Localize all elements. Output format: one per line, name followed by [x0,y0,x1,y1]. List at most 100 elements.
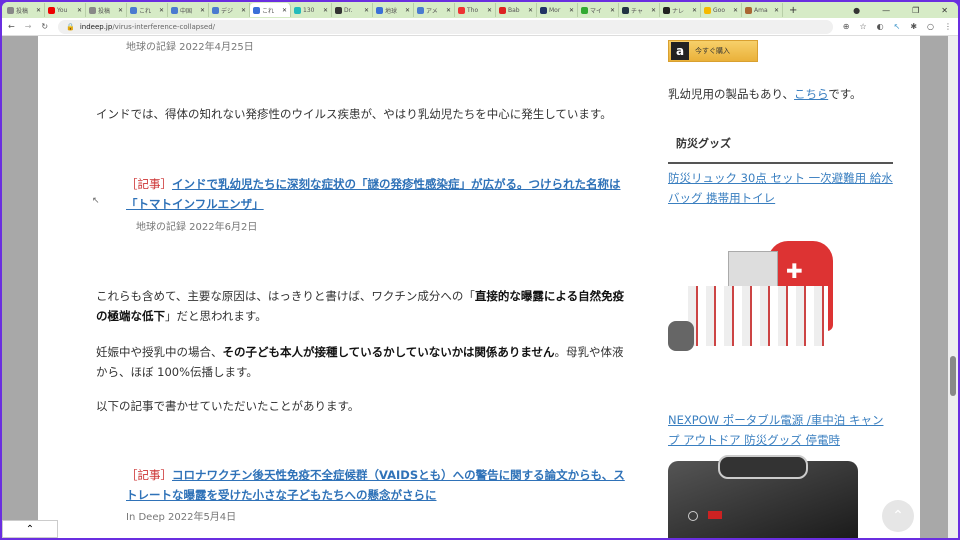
article-tag: ［記事］ [126,177,172,191]
article-tag: ［記事］ [126,468,172,482]
tab[interactable]: ナレ ✕ [660,3,701,17]
tab-favicon-icon [171,6,178,14]
tab[interactable]: Tho ✕ [455,3,496,17]
article-link[interactable]: コロナワクチン後天性免疫不全症候群（VAIDSとも）への警告に関する論文からも、… [126,468,625,502]
tab-favicon-icon [499,6,506,14]
minimize-button[interactable]: — [882,6,890,15]
tab-favicon-icon [458,6,465,14]
tab-close-icon[interactable]: ✕ [528,7,533,14]
tab-label: Bab [508,6,520,14]
tab[interactable]: You ✕ [45,3,86,17]
close-window-button[interactable]: ✕ [941,6,948,15]
extension-icon[interactable]: ◐ [877,22,884,31]
forward-icon[interactable]: → [25,22,32,31]
avatar[interactable]: ○ [927,22,934,31]
tab-label: デジ [221,7,234,15]
tab[interactable]: 地球 ✕ [373,3,414,17]
tab-label: 中国 [180,7,193,15]
tab[interactable]: Mor ✕ [537,3,578,17]
tab-favicon-icon [48,6,55,14]
portable-power-image[interactable] [668,455,858,538]
tab-close-icon[interactable]: ✕ [241,7,246,14]
extensions-puzzle-icon[interactable]: ✱ [910,22,917,31]
back-icon[interactable]: ← [8,22,15,31]
paragraph: 以下の記事で書かせていただいたことがあります。 [96,399,360,413]
menu-icon[interactable]: ⋮ [944,22,952,31]
text: これらも含めて、主要な原因は、はっきりと書けば、ワクチン成分への「 [96,289,475,303]
tab-close-icon[interactable]: ✕ [774,7,779,14]
tab-favicon-icon [663,6,670,14]
new-tab-button[interactable]: + [789,5,797,16]
restore-button[interactable]: ❐ [912,6,919,15]
tab[interactable]: これ ✕ [250,3,291,17]
tab-close-icon[interactable]: ✕ [159,7,164,14]
scrollbar-thumb[interactable] [950,356,956,396]
bookmark-star-icon[interactable]: ☆ [859,22,866,31]
tab-favicon-icon [7,6,14,14]
tab[interactable]: Ama ✕ [742,3,783,17]
tab[interactable]: Dr. ✕ [332,3,373,17]
tab-favicon-icon [212,6,219,14]
tab-close-icon[interactable]: ✕ [446,7,451,14]
tab-close-icon[interactable]: ✕ [118,7,123,14]
tab-close-icon[interactable]: ✕ [282,7,287,14]
page-content: 地球の記録 2022年4月25日 インドでは、得体の知れない発疹性のウイルス疾患… [38,36,920,538]
tab[interactable]: Bab ✕ [496,3,537,17]
tab-label: Mor [549,6,561,14]
chevron-up-icon: ⌃ [25,523,35,535]
tab[interactable]: 130 ✕ [291,3,332,17]
tab[interactable]: 投稿 ✕ [4,3,45,17]
back-to-top-button[interactable]: ⌃ [882,500,914,532]
tab-label: 投稿 [98,7,111,15]
tab-favicon-icon [376,6,383,14]
tab[interactable]: 中国 ✕ [168,3,209,17]
tab[interactable]: これ ✕ [127,3,168,17]
here-link[interactable]: こちら [794,87,828,101]
source-date: 地球の記録 2022年6月2日 [136,222,258,233]
tab-close-icon[interactable]: ✕ [610,7,615,14]
amazon-button-label: 今すぐ購入 [695,47,730,55]
tab[interactable]: Goo ✕ [701,3,742,17]
scrollbar[interactable] [948,36,958,538]
tab-label: チャ [631,7,643,15]
tab-close-icon[interactable]: ✕ [569,7,574,14]
tab[interactable]: アメ ✕ [414,3,455,17]
address-bar[interactable]: 🔒 indeep.jp/virus-interference-collapsed… [58,19,833,34]
emergency-kit-image[interactable]: ✚ [668,231,848,361]
tab[interactable]: マイ ✕ [578,3,619,17]
tab-label: 130 [303,6,315,14]
tab-close-icon[interactable]: ✕ [200,7,205,14]
tab-close-icon[interactable]: ✕ [733,7,738,14]
tab-label: マイ [590,7,603,15]
source-date: In Deep 2022年5月4日 [126,512,237,523]
tab-label: これ [262,7,275,15]
zoom-icon[interactable]: ⊕ [843,22,850,31]
tab-close-icon[interactable]: ✕ [405,7,410,14]
tab-close-icon[interactable]: ✕ [36,7,41,14]
tab-close-icon[interactable]: ✕ [692,7,697,14]
sidebar-heading: 防災グッズ [668,134,893,164]
tab[interactable]: 投稿 ✕ [86,3,127,17]
tab-favicon-icon [253,6,260,14]
tab-favicon-icon [89,6,96,14]
product-link[interactable]: 防災リュック 30点 セット 一次避難用 給水バッグ 携帯用トイレ [668,168,893,208]
bold-text: その子ども本人が接種しているかしていないかは関係ありません [222,345,555,359]
tab-close-icon[interactable]: ✕ [323,7,328,14]
paragraph: これらも含めて、主要な原因は、はっきりと書けば、ワクチン成分への「直接的な曝露に… [96,286,626,326]
product-link[interactable]: NEXPOW ポータブル電源 /車中泊 キャンプ アウトドア 防災グッズ 停電時 [668,410,893,450]
tab[interactable]: デジ ✕ [209,3,250,17]
chevron-up-icon: ⌃ [892,508,904,524]
article-link[interactable]: インドで乳幼児たちに深刻な症状の「謎の発疹性感染症」が広がる。つけられた名称は「… [126,177,621,211]
paragraph: インドでは、得体の知れない発疹性のウイルス疾患が、やはり乳幼児たちを中心に発生し… [96,107,612,121]
tab-close-icon[interactable]: ✕ [364,7,369,14]
tab-close-icon[interactable]: ✕ [77,7,82,14]
tab-close-icon[interactable]: ✕ [487,7,492,14]
extension-cursor-icon[interactable]: ↖ [894,22,901,31]
tab-label: You [57,6,68,14]
tab-close-icon[interactable]: ✕ [651,7,656,14]
reload-icon[interactable]: ↻ [41,22,48,31]
collapse-bar-button[interactable]: ⌃ [2,520,58,538]
profile-icon[interactable]: ● [853,6,860,15]
amazon-buy-button[interactable]: a 今すぐ購入 [668,40,758,62]
tab[interactable]: チャ ✕ [619,3,660,17]
